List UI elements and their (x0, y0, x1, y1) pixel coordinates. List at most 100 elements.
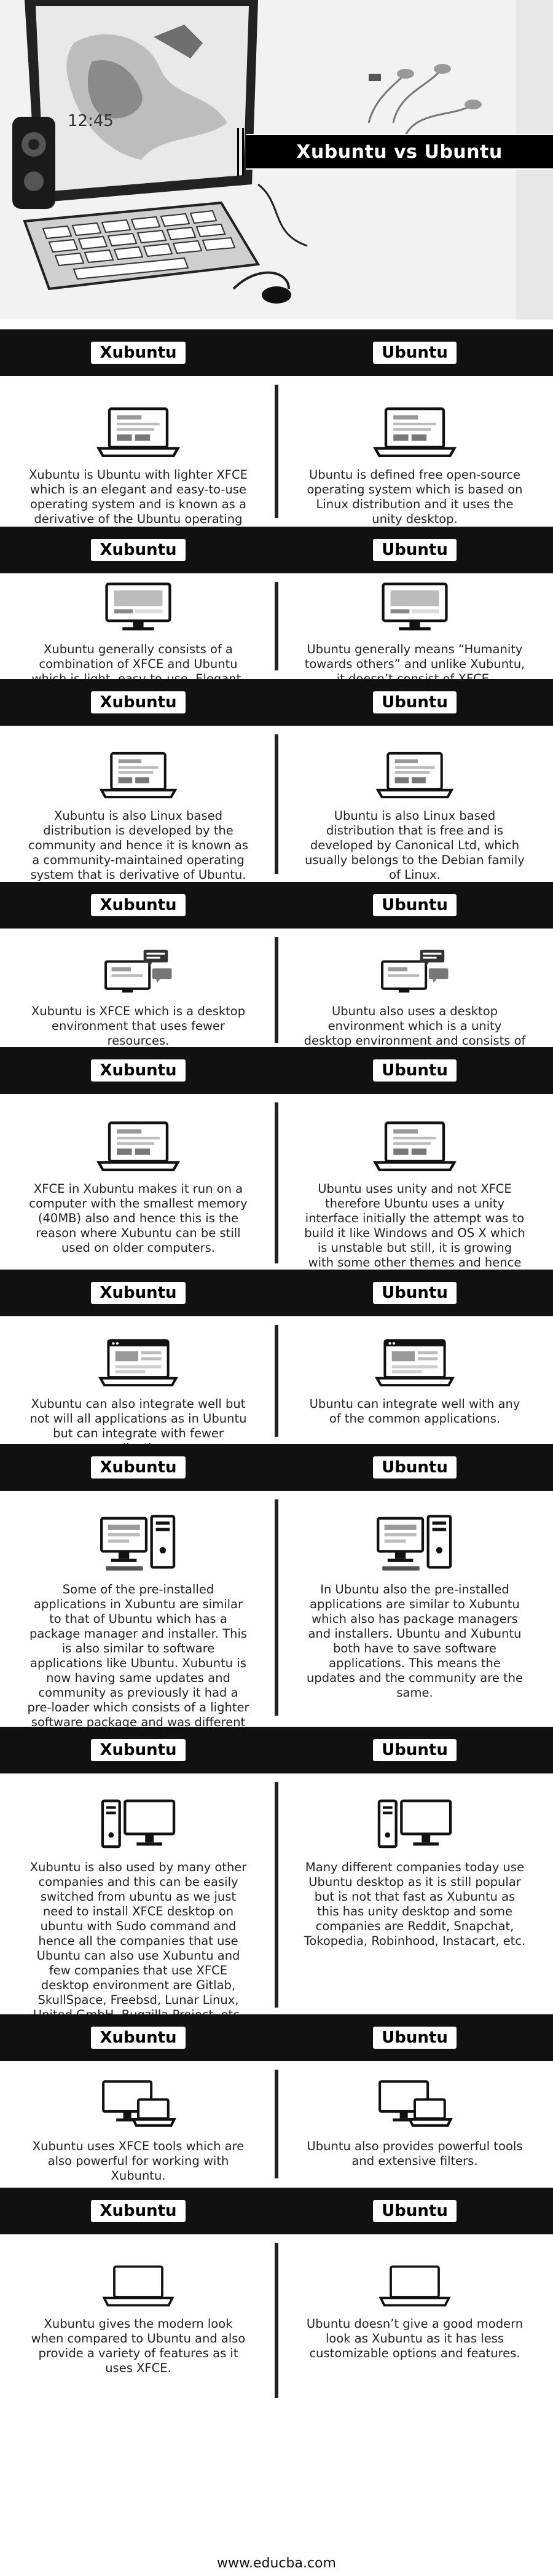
hero-banner: 12:45 Xubuntu vs Ubuntu (0, 0, 553, 320)
ubuntu-description: Ubuntu can integrate well with any of th… (309, 1397, 520, 1426)
comparison-section: Xubuntu Ubuntu Xubuntu is Ubuntu with lig… (0, 329, 553, 541)
section-body: Some of the pre-installed applications i… (0, 1491, 553, 1744)
section-body: Xubuntu gives the modern look when compa… (0, 2234, 553, 2406)
header-cell-right: Ubuntu (276, 1739, 553, 1761)
ubuntu-column: Ubuntu doesn’t give a good modern look a… (276, 2234, 553, 2406)
header-cell-left: Xubuntu (0, 2027, 276, 2049)
ubuntu-label: Ubuntu (373, 894, 457, 916)
section-body: XFCE in Xubuntu makes it run on a comput… (0, 1094, 553, 1299)
monitor-icon (378, 581, 452, 634)
header-cell-right: Ubuntu (276, 1059, 553, 1082)
monitor-icon (101, 581, 175, 634)
xubuntu-column: Xubuntu can also integrate well but not … (0, 1316, 276, 1455)
ubuntu-label: Ubuntu (373, 1739, 457, 1761)
ubuntu-column: Ubuntu also provides powerful tools and … (276, 2061, 553, 2187)
tower-monitor-icon (375, 1796, 455, 1852)
column-divider (275, 734, 278, 874)
xubuntu-description: Xubuntu is XFCE which is a desktop envir… (31, 1004, 246, 1048)
section-body: Xubuntu is also Linux based distribution… (0, 726, 553, 882)
header-cell-right: Ubuntu (276, 2027, 553, 2049)
ubuntu-column: Ubuntu is defined free open-source opera… (276, 376, 553, 527)
section-body: Xubuntu is also used by many other compa… (0, 1773, 553, 2022)
ubuntu-description: Ubuntu also provides powerful tools and … (307, 2139, 523, 2168)
xubuntu-column: Xubuntu is also used by many other compa… (0, 1773, 276, 2022)
ubuntu-description: Ubuntu doesn’t give a good modern look a… (306, 2317, 524, 2360)
ubuntu-label: Ubuntu (373, 2200, 457, 2222)
section-body: Xubuntu uses XFCE tools which are also p… (0, 2061, 553, 2187)
header-cell-right: Ubuntu (276, 1456, 553, 1478)
infographic-page: 12:45 Xubuntu vs Ubuntu Xubuntu Ubuntu X… (0, 0, 553, 2576)
xubuntu-column: Xubuntu is XFCE which is a desktop envir… (0, 929, 276, 1051)
laptop-outline-icon (378, 2264, 452, 2308)
ubuntu-label: Ubuntu (373, 1059, 457, 1082)
section-header: Xubuntu Ubuntu (0, 2188, 553, 2234)
comparison-section: Xubuntu Ubuntu Xubuntu can also integrate… (0, 1270, 553, 1455)
section-body: Xubuntu generally consists of a combinat… (0, 573, 553, 701)
ubuntu-label: Ubuntu (373, 539, 457, 561)
xubuntu-description: Some of the pre-installed applications i… (27, 1582, 249, 1744)
ubuntu-label: Ubuntu (373, 691, 457, 713)
ubuntu-label: Ubuntu (373, 1456, 457, 1478)
ubuntu-label: Ubuntu (373, 2027, 457, 2049)
header-cell-left: Xubuntu (0, 2200, 276, 2222)
header-cell-right: Ubuntu (276, 1282, 553, 1304)
xubuntu-column: Xubuntu is Ubuntu with lighter XFCE whic… (0, 376, 276, 541)
monitor-graphic: 12:45 (25, 0, 258, 203)
comparison-section: Xubuntu Ubuntu Xubuntu is also used by ma… (0, 1727, 553, 2022)
xubuntu-label: Xubuntu (91, 342, 186, 364)
xubuntu-column: Xubuntu gives the modern look when compa… (0, 2234, 276, 2406)
monitor-chat-icon (101, 947, 175, 995)
section-header: Xubuntu Ubuntu (0, 1047, 553, 1094)
ubuntu-description: In Ubuntu also the pre-installed applica… (306, 1582, 524, 1700)
section-header: Xubuntu Ubuntu (0, 1727, 553, 1773)
header-cell-right: Ubuntu (276, 691, 553, 713)
footer-site: www.educba.com (217, 2555, 336, 2571)
monitor-laptop-icon (375, 2079, 455, 2130)
ubuntu-label: Ubuntu (373, 1282, 457, 1304)
xubuntu-description: Xubuntu is also used by many other compa… (29, 1860, 247, 2022)
section-body: Xubuntu is XFCE which is a desktop envir… (0, 929, 553, 1077)
ubuntu-column: Ubuntu also uses a desktop environment w… (276, 929, 553, 1077)
header-cell-right: Ubuntu (276, 894, 553, 916)
section-header: Xubuntu Ubuntu (0, 527, 553, 573)
comparison-section: Xubuntu Ubuntu Xubuntu is XFCE which is a… (0, 882, 553, 1077)
desktop-tower-icon (375, 1513, 455, 1574)
column-divider (275, 1782, 278, 2008)
section-body: Xubuntu is Ubuntu with lighter XFCE whic… (0, 376, 553, 541)
ubuntu-column: Ubuntu can integrate well with any of th… (276, 1316, 553, 1445)
comparison-section: Xubuntu Ubuntu Xubuntu uses XFCE tools wh… (0, 2014, 553, 2187)
comparison-section: Xubuntu Ubuntu XFCE in Xubuntu makes it r… (0, 1047, 553, 1299)
monitor-chat-icon (378, 947, 452, 995)
laptop-icon (98, 750, 178, 800)
header-cell-left: Xubuntu (0, 1456, 276, 1478)
ubuntu-column: Ubuntu uses unity and not XFCE therefore… (276, 1094, 553, 1299)
column-divider (275, 2243, 278, 2398)
xubuntu-description: Xubuntu is also Linux based distribution… (28, 809, 248, 882)
xubuntu-label: Xubuntu (91, 2200, 186, 2222)
column-divider (275, 385, 278, 518)
section-header: Xubuntu Ubuntu (0, 2014, 553, 2061)
header-cell-left: Xubuntu (0, 1739, 276, 1761)
comparison-section: Xubuntu Ubuntu Xubuntu generally consists… (0, 527, 553, 701)
ubuntu-description: Ubuntu is also Linux based distribution … (305, 809, 525, 882)
section-header: Xubuntu Ubuntu (0, 882, 553, 929)
monitor-laptop-icon (98, 2079, 178, 2130)
browser-icon (375, 1338, 455, 1388)
xubuntu-description: Xubuntu gives the modern look when compa… (31, 2317, 246, 2375)
section-body: Xubuntu can also integrate well but not … (0, 1316, 553, 1455)
column-divider (275, 582, 278, 670)
tower-monitor-icon (98, 1796, 178, 1852)
xubuntu-label: Xubuntu (91, 1739, 186, 1761)
title-banner: Xubuntu vs Ubuntu (237, 128, 553, 176)
xubuntu-label: Xubuntu (91, 894, 186, 916)
xubuntu-label: Xubuntu (91, 1059, 186, 1082)
header-cell-left: Xubuntu (0, 1282, 276, 1304)
section-header: Xubuntu Ubuntu (0, 1444, 553, 1491)
laptop-icon (372, 1120, 458, 1173)
xubuntu-label: Xubuntu (91, 1456, 186, 1478)
xubuntu-description: Xubuntu uses XFCE tools which are also p… (32, 2139, 245, 2183)
ubuntu-column: Ubuntu is also Linux based distribution … (276, 726, 553, 882)
xubuntu-column: Xubuntu generally consists of a combinat… (0, 573, 276, 701)
desktop-tower-icon (98, 1513, 178, 1574)
header-cell-right: Ubuntu (276, 539, 553, 561)
